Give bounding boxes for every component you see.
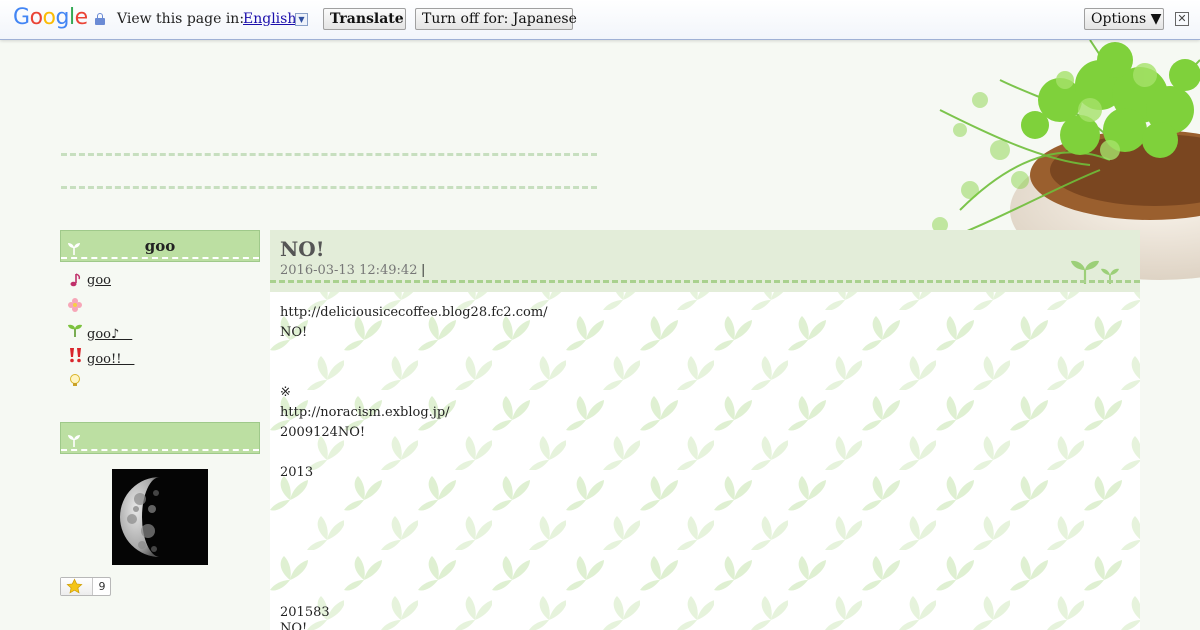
close-icon[interactable]: ✕ <box>1175 12 1189 26</box>
entry-line: NO! <box>280 325 308 340</box>
header-divider <box>61 153 597 156</box>
sidebar-header-2 <box>60 422 260 454</box>
sidebar-item-label[interactable]: goo!! <box>87 348 134 367</box>
sidebar-header-1: goo <box>60 230 260 262</box>
translate-button[interactable]: Translate <box>323 8 406 30</box>
sidebar-header-title: goo <box>144 237 176 255</box>
star-icon <box>66 578 83 594</box>
entry-separator: | <box>421 263 426 278</box>
lock-icon <box>95 13 105 25</box>
entry-line: 201583 <box>280 605 330 620</box>
entry-line: http://deliciousicecoffee.blog28.fc2.com… <box>280 305 548 320</box>
language-link[interactable]: English <box>243 11 296 27</box>
entry-date: 2016-03-13 12:49:42 <box>280 263 418 278</box>
flower-icon <box>68 298 82 312</box>
logo-letter: o <box>42 5 56 30</box>
lightbulb-icon <box>70 374 80 386</box>
sidebar-item-label[interactable]: goo♪ <box>87 323 132 342</box>
entry-title: NO! <box>280 237 325 261</box>
sidebar-item-label[interactable]: goo <box>87 273 111 288</box>
sprout-icon <box>68 435 80 447</box>
logo-letter: e <box>74 5 89 30</box>
header-divider <box>61 186 597 189</box>
music-note-icon <box>70 273 81 287</box>
language-dropdown-icon[interactable]: ▼ <box>295 13 308 26</box>
translate-bar: Google View this page in: English ▼ Tran… <box>0 0 1200 40</box>
entry-line: 2009124NO! <box>280 425 366 440</box>
logo-letter: G <box>13 5 30 30</box>
moon-photo <box>112 469 208 565</box>
options-button[interactable]: Options ▼ <box>1084 8 1164 30</box>
logo-letter: g <box>55 5 70 30</box>
star-count: 9 <box>98 580 106 593</box>
star-rating-button[interactable]: 9 <box>60 577 111 596</box>
turn-off-button[interactable]: Turn off for: Japanese <box>415 8 577 30</box>
sprout-icon <box>1071 260 1119 284</box>
logo-letter: o <box>29 5 43 30</box>
google-logo: Google <box>13 5 88 30</box>
entry-line: http://noracism.exblog.jp/ <box>280 405 450 420</box>
sprout-icon <box>68 324 82 337</box>
blog-entry: NO! 2016-03-13 12:49:42 | http://delicio… <box>270 230 1140 630</box>
view-page-label: View this page in: <box>117 11 245 27</box>
double-exclamation-icon <box>70 348 81 363</box>
entry-line: NO! <box>280 621 308 630</box>
entry-line: 2013 <box>280 465 314 480</box>
entry-line: ※ <box>280 385 291 400</box>
entry-header: NO! 2016-03-13 12:49:42 | <box>270 230 1140 292</box>
